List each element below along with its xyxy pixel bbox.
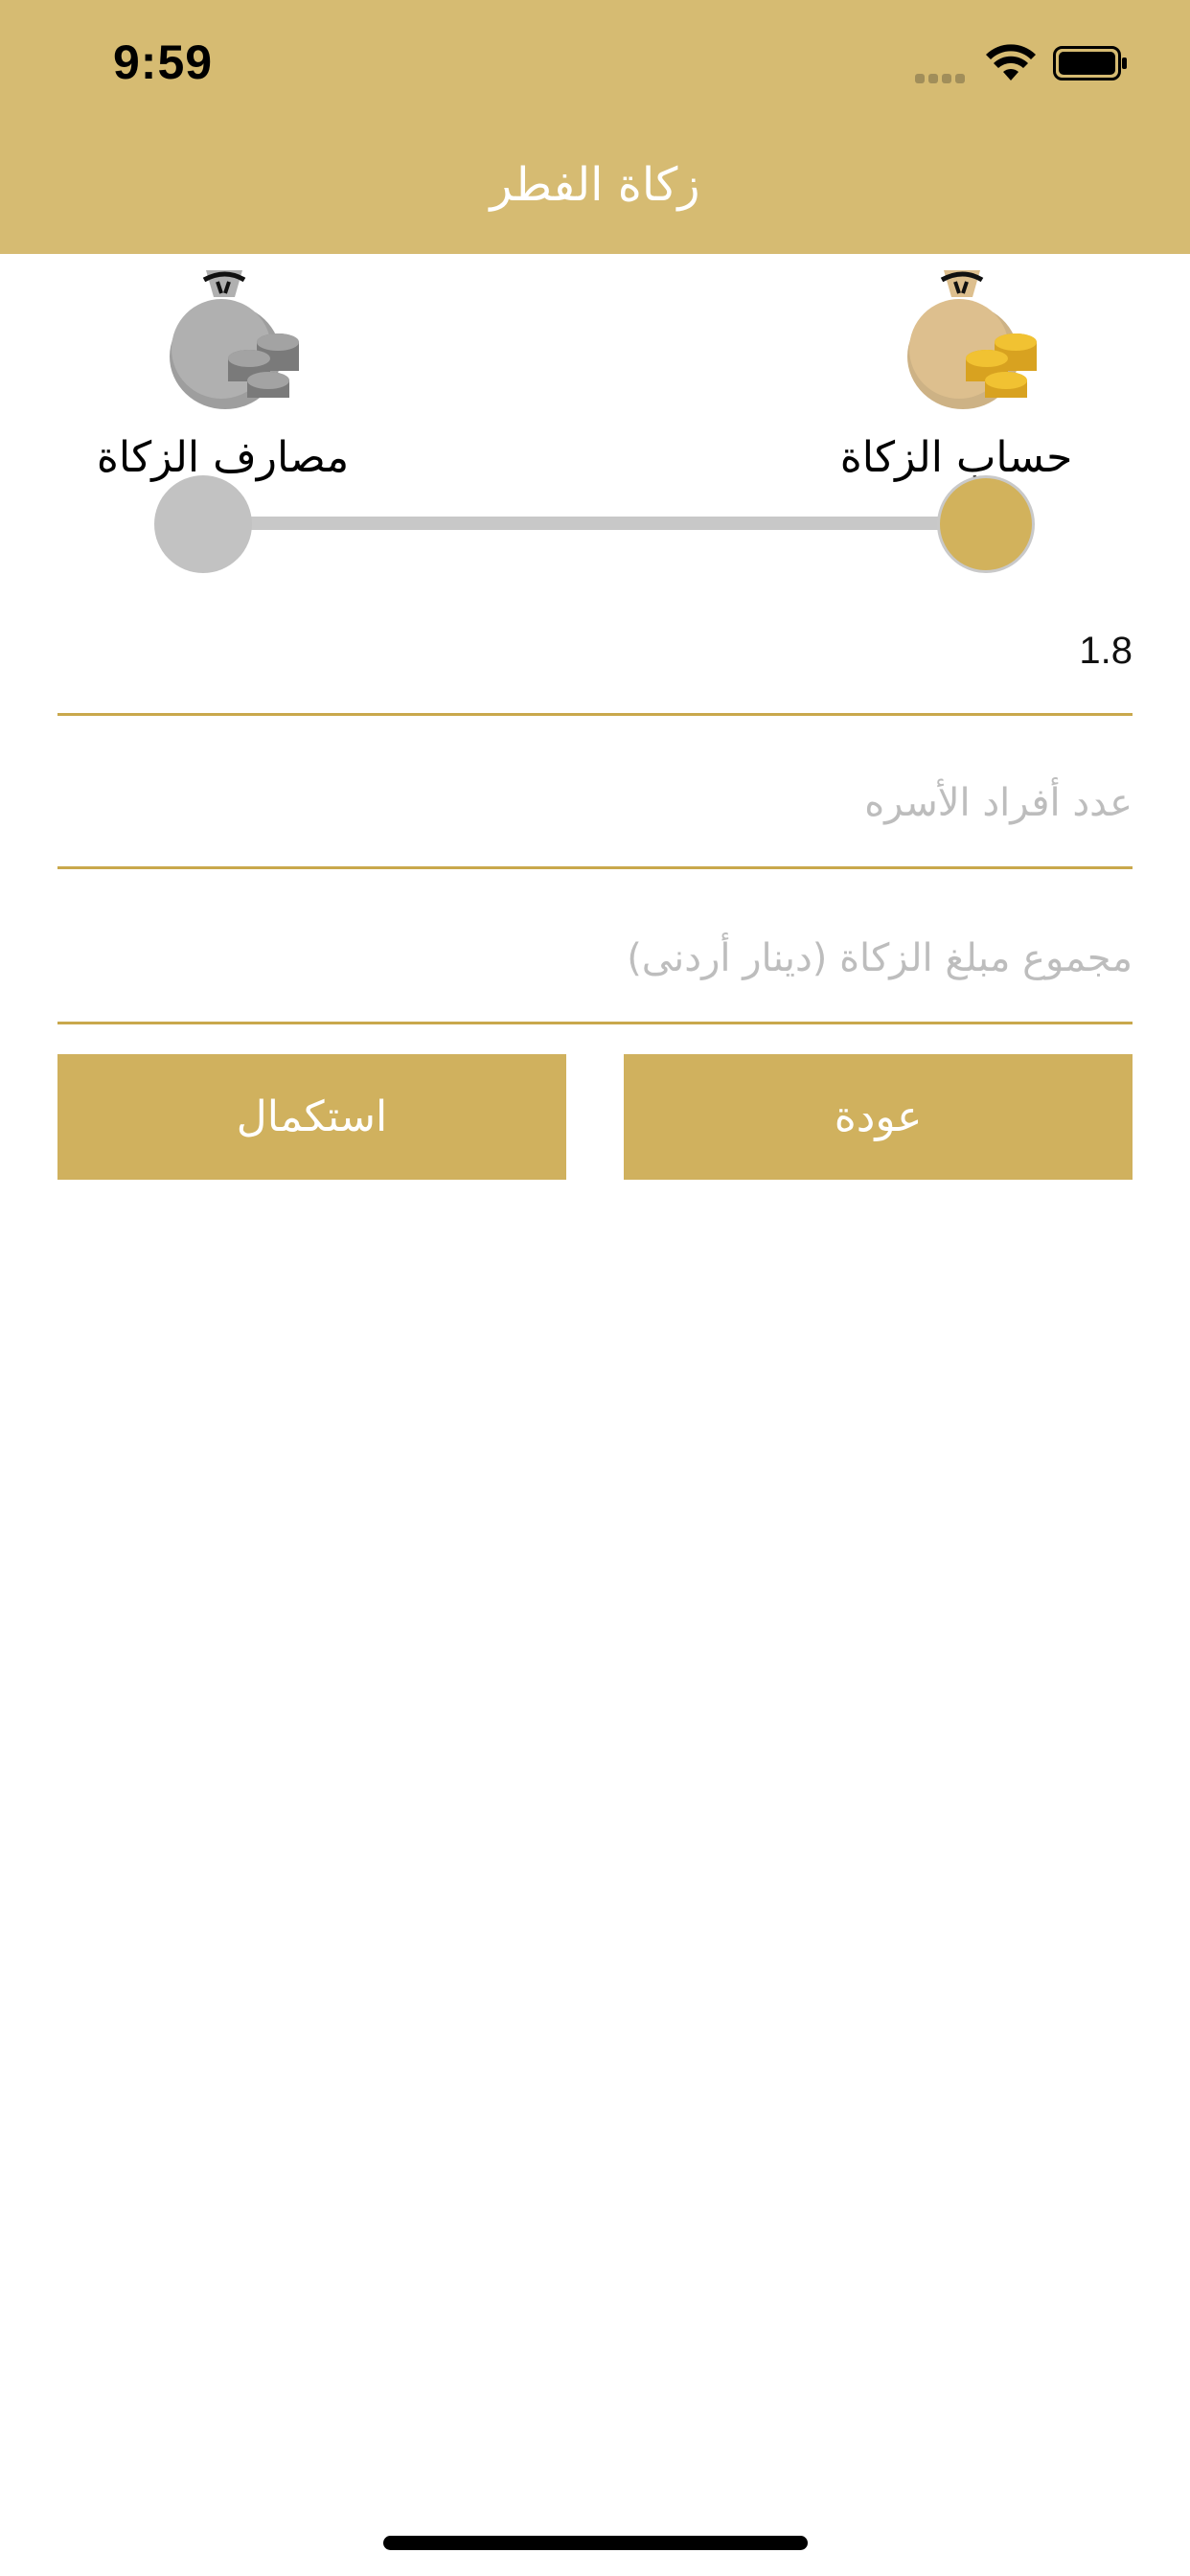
money-bag-gray-icon bbox=[170, 270, 299, 409]
step-indicator-inactive bbox=[154, 475, 252, 573]
page-title: زكاة الفطر bbox=[490, 158, 700, 212]
zakat-value-field[interactable]: 1.8 bbox=[57, 604, 1133, 716]
money-bag-gold-icon bbox=[907, 270, 1037, 409]
cellular-signal-icon bbox=[915, 69, 971, 83]
zakat-total-placeholder: مجموع مبلغ الزكاة (دينار أردنى) bbox=[627, 936, 1133, 980]
family-members-placeholder: عدد أفراد الأسره bbox=[864, 781, 1133, 825]
zakat-value-text: 1.8 bbox=[1079, 630, 1133, 672]
wifi-icon bbox=[986, 44, 1036, 80]
step-label-calculation: حساب الزكاة bbox=[839, 433, 1073, 482]
status-time: 9:59 bbox=[113, 35, 214, 89]
step-label-distribution: مصارف الزكاة bbox=[96, 433, 350, 482]
continue-button[interactable]: استكمال bbox=[57, 1054, 566, 1180]
app-header: 9:59 زكاة الفطر bbox=[0, 0, 1190, 254]
step-progress-track bbox=[203, 517, 987, 530]
zakat-total-input[interactable]: مجموع مبلغ الزكاة (دينار أردنى) bbox=[57, 912, 1133, 1024]
family-members-input[interactable]: عدد أفراد الأسره bbox=[57, 757, 1133, 869]
battery-icon bbox=[1053, 46, 1127, 80]
back-button[interactable]: عودة bbox=[624, 1054, 1133, 1180]
home-indicator bbox=[383, 2536, 808, 2550]
step-indicator-active bbox=[937, 475, 1035, 573]
